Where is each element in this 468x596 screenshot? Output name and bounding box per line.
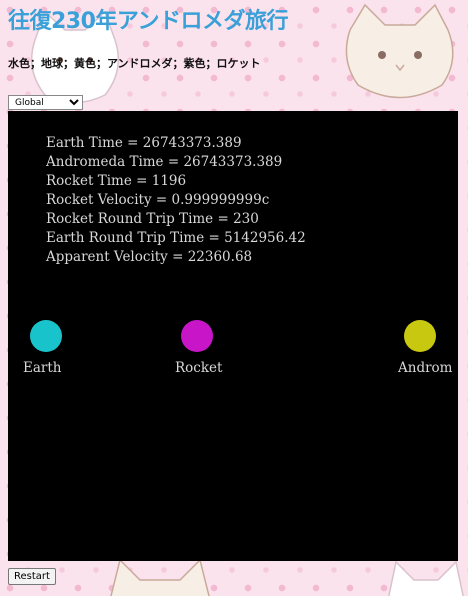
andromeda-label: Androm — [398, 360, 453, 376]
color-legend: 水色；地球；黄色；アンドロメダ；紫色；ロケット — [8, 57, 261, 70]
andromeda-time-readout: Andromeda Time = 26743373.389 — [46, 154, 283, 170]
background-cat-illustration — [330, 0, 468, 110]
andromeda-marker — [404, 320, 436, 352]
restart-button[interactable]: Restart — [8, 568, 56, 585]
apparent-velocity-readout: Apparent Velocity = 22360.68 — [46, 249, 253, 265]
page-title: 往復230年アンドロメダ旅行 — [8, 9, 289, 34]
reference-frame-select[interactable]: Global — [8, 95, 83, 110]
rocket-label: Rocket — [175, 360, 223, 376]
rocket-round-trip-readout: Rocket Round Trip Time = 230 — [46, 211, 259, 227]
rocket-time-readout: Rocket Time = 1196 — [46, 173, 187, 189]
earth-label: Earth — [23, 360, 62, 376]
earth-round-trip-readout: Earth Round Trip Time = 5142956.42 — [46, 230, 306, 246]
earth-time-readout: Earth Time = 26743373.389 — [46, 135, 242, 151]
rocket-velocity-readout: Rocket Velocity = 0.999999999c — [46, 192, 270, 208]
rocket-marker — [181, 320, 213, 352]
simulation-canvas[interactable]: Earth Time = 26743373.389 Andromeda Time… — [8, 111, 458, 561]
earth-marker — [30, 320, 62, 352]
